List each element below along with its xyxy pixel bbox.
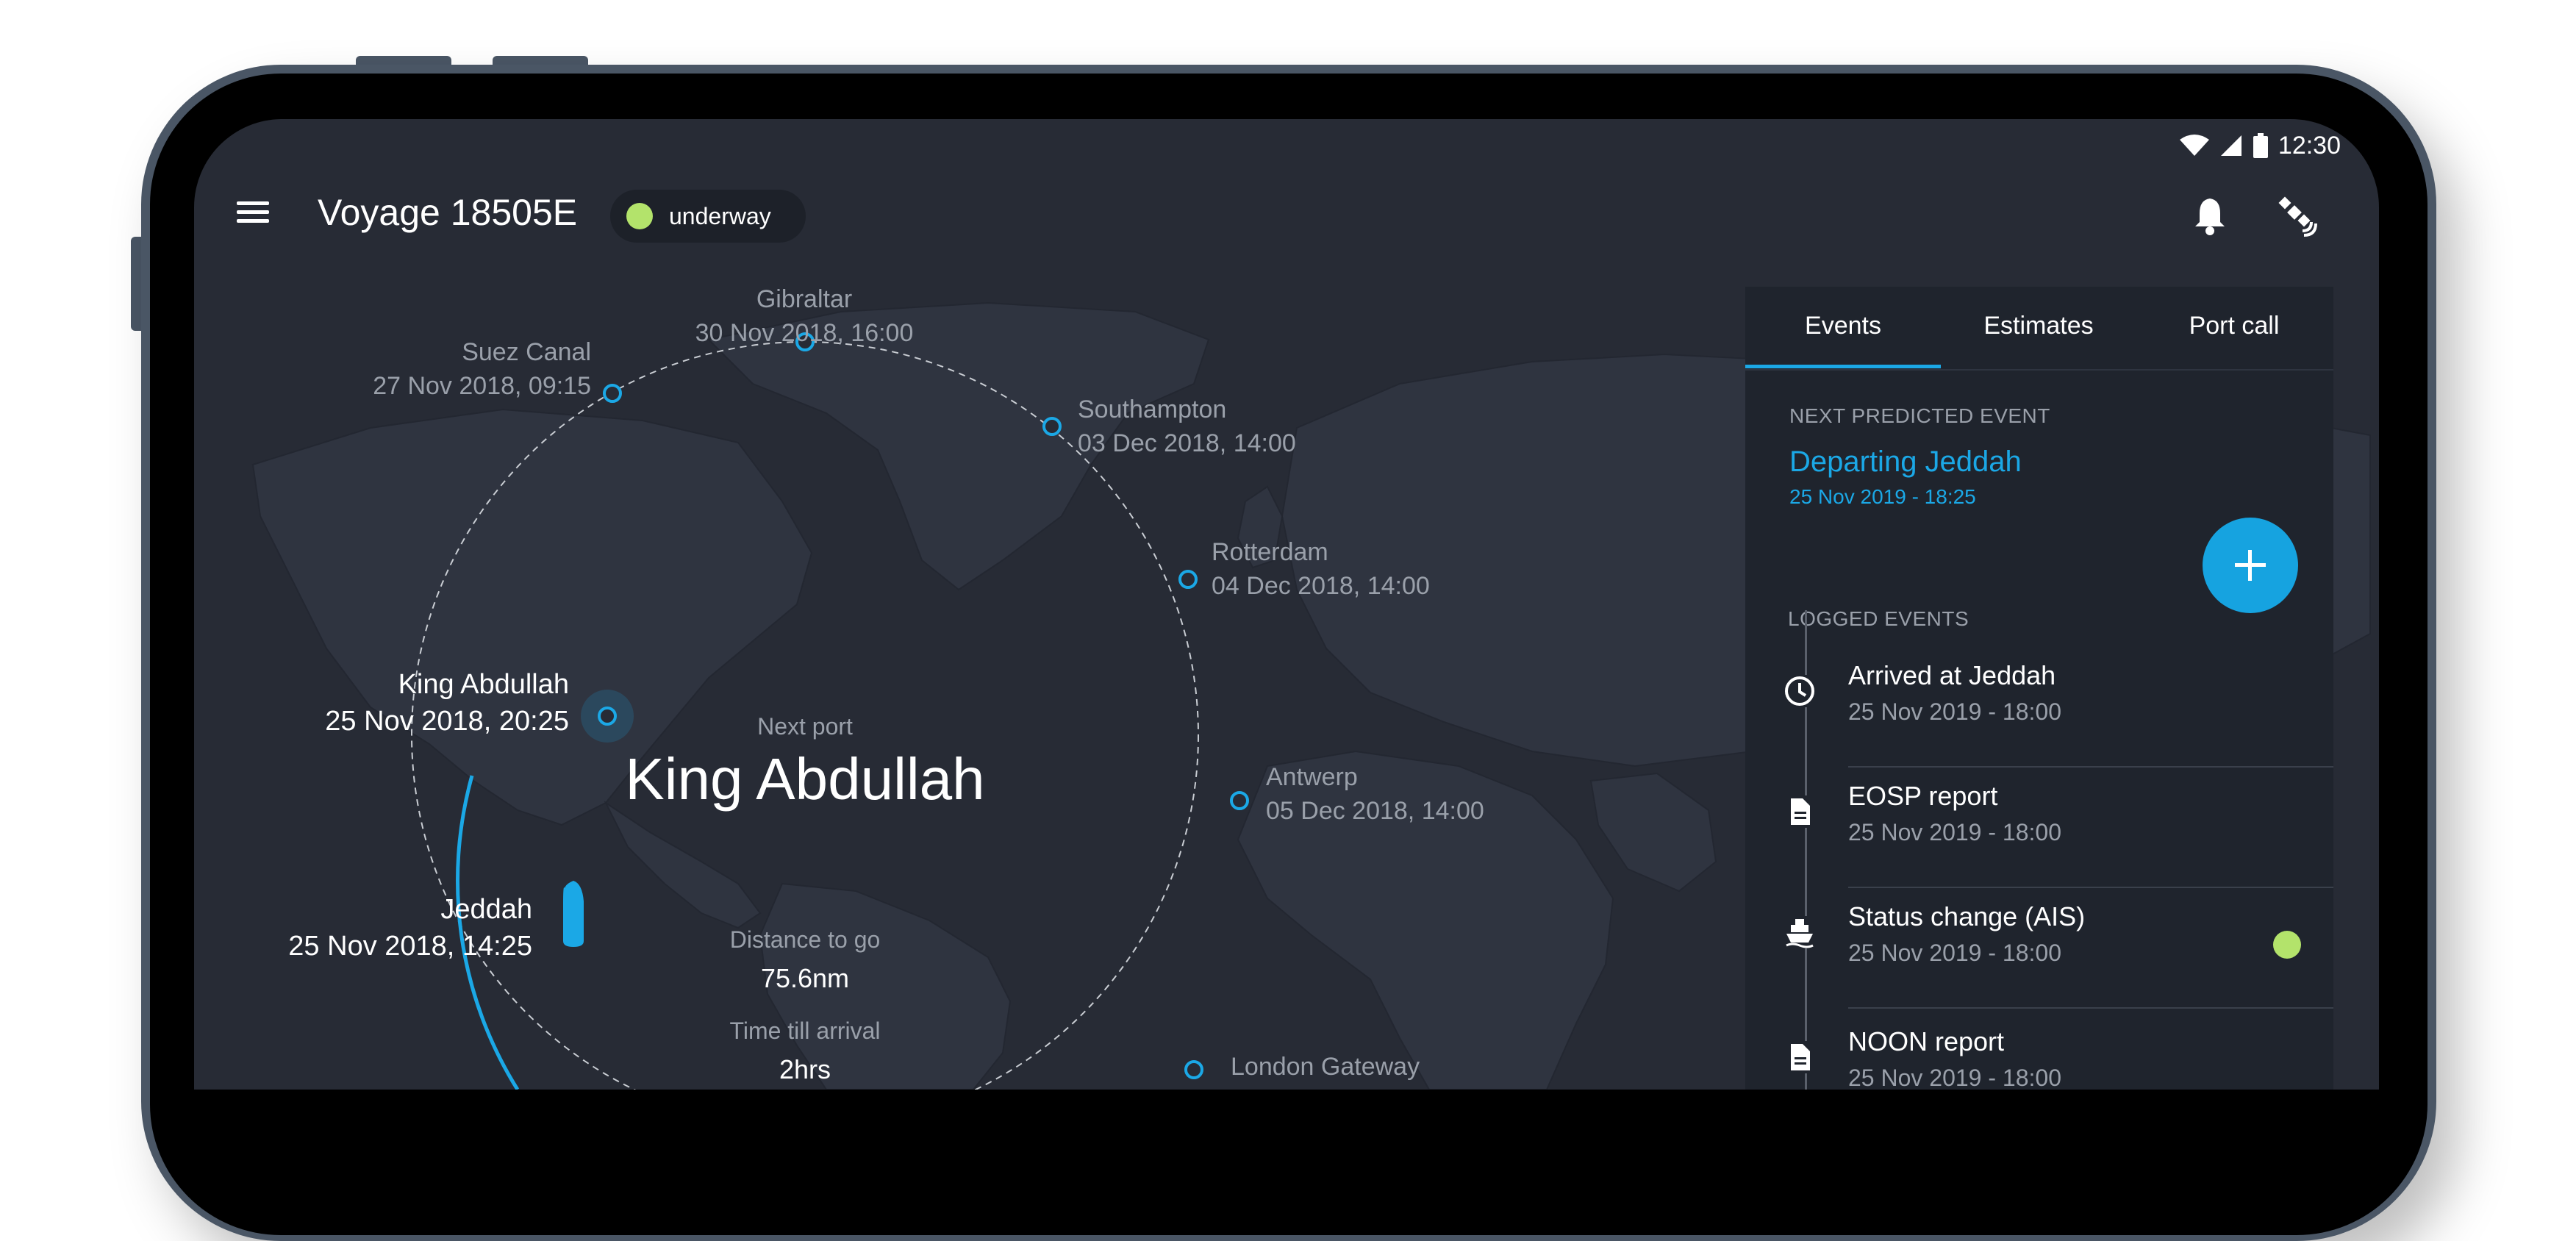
app-screen: 12:30 Voyage 18505E underway Gibraltar 3… xyxy=(194,119,2379,1090)
events-panel: Events Estimates Port call NEXT PREDICTE… xyxy=(1745,287,2333,1090)
waypoint-london-gateway xyxy=(1184,1060,1203,1079)
clock-icon xyxy=(1783,675,1816,707)
waypoint-southampton xyxy=(1042,417,1062,436)
satellite-button[interactable] xyxy=(2272,191,2319,238)
waypoint-time: 25 Nov 2018, 20:25 xyxy=(325,706,569,737)
event-time: 25 Nov 2019 - 18:00 xyxy=(1848,1065,2061,1090)
menu-icon-bar-3 xyxy=(237,219,269,223)
battery-icon xyxy=(2253,133,2268,158)
status-dot xyxy=(626,203,653,229)
menu-button[interactable] xyxy=(237,201,272,231)
vessel-marker xyxy=(563,881,584,947)
waypoint-time-suez-canal: 27 Nov 2018, 09:15 xyxy=(341,369,591,403)
waypoint-king-abdullah xyxy=(598,707,617,726)
plus-icon-vertical xyxy=(2248,550,2252,581)
next-predicted-time: 25 Nov 2019 - 18:25 xyxy=(1789,485,1976,508)
waypoint-label-southampton: Southampton 03 Dec 2018, 14:00 xyxy=(1078,393,1296,460)
waypoint-label-suez-canal: Suez Canal xyxy=(437,335,591,369)
logged-events-heading: LOGGED EVENTS xyxy=(1788,607,1969,630)
satellite-icon xyxy=(2278,196,2317,237)
clock-time: 12:30 xyxy=(2278,131,2341,160)
ship-icon xyxy=(1783,916,1816,948)
document-icon xyxy=(1783,1041,1816,1073)
event-time: 25 Nov 2019 - 18:00 xyxy=(1848,698,2061,725)
event-title: NOON report xyxy=(1848,1026,2005,1056)
waypoint-time: 27 Nov 2018, 09:15 xyxy=(373,372,591,400)
waypoint-name: King Abdullah xyxy=(398,669,569,700)
waypoint-name: Southampton xyxy=(1078,396,1227,423)
notifications-button[interactable] xyxy=(2186,191,2233,238)
list-item[interactable]: Status change (AIS) 25 Nov 2019 - 18:00 xyxy=(1745,888,2333,1009)
status-bar: 12:30 xyxy=(2179,126,2341,165)
waypoint-label-london-gateway: London Gateway xyxy=(1231,1050,1420,1084)
event-title: Status change (AIS) xyxy=(1848,901,2086,931)
waypoint-name: London Gateway xyxy=(1231,1053,1420,1081)
waypoint-rotterdam xyxy=(1178,570,1198,589)
status-label: underway xyxy=(669,202,771,229)
event-time: 25 Nov 2019 - 18:00 xyxy=(1848,940,2061,966)
list-item[interactable]: NOON report 25 Nov 2019 - 18:00 xyxy=(1745,1013,2333,1090)
time-till-arrival-label: Time till arrival xyxy=(729,1018,881,1044)
event-time: 25 Nov 2019 - 18:00 xyxy=(1848,819,2061,845)
wifi-icon xyxy=(2179,135,2209,156)
next-predicted-title[interactable]: Departing Jeddah xyxy=(1789,446,2022,479)
status-dot xyxy=(2273,931,2301,959)
document-icon xyxy=(1783,795,1816,828)
add-event-button[interactable] xyxy=(2203,518,2298,613)
map-central-america xyxy=(604,801,762,929)
next-predicted-heading: NEXT PREDICTED EVENT xyxy=(1789,404,2050,427)
panel-tabs: Events Estimates Port call xyxy=(1745,287,2333,371)
page-title: Voyage 18505E xyxy=(318,192,578,233)
tab-events[interactable]: Events xyxy=(1745,287,1941,369)
active-tab-indicator xyxy=(1745,365,1941,368)
event-title: Arrived at Jeddah xyxy=(1848,660,2056,690)
time-till-arrival-value: 2hrs xyxy=(779,1054,831,1084)
waypoint-label-jeddah: Jeddah 25 Nov 2018, 14:25 xyxy=(238,891,532,965)
waypoint-name: Gibraltar xyxy=(756,285,853,313)
list-item[interactable]: EOSP report 25 Nov 2019 - 18:00 xyxy=(1745,768,2333,888)
waypoint-label-king-abdullah: King Abdullah 25 Nov 2018, 20:25 xyxy=(282,666,569,740)
divider xyxy=(1848,1007,2333,1009)
waypoint-time: 05 Dec 2018, 14:00 xyxy=(1266,797,1484,825)
waypoint-label-rotterdam: Rotterdam 04 Dec 2018, 14:00 xyxy=(1212,535,1430,603)
signal-icon xyxy=(2220,135,2242,156)
event-title: EOSP report xyxy=(1848,781,1998,811)
tab-estimates[interactable]: Estimates xyxy=(1941,287,2136,369)
waypoint-time: 25 Nov 2018, 14:25 xyxy=(288,931,532,962)
waypoint-label-antwerp: Antwerp 05 Dec 2018, 14:00 xyxy=(1266,760,1484,828)
waypoint-name: Jeddah xyxy=(440,894,532,925)
waypoint-name: Antwerp xyxy=(1266,763,1358,791)
waypoint-name: Suez Canal xyxy=(462,338,591,366)
next-port-label: Next port xyxy=(757,713,853,740)
waypoint-antwerp xyxy=(1230,791,1249,810)
menu-icon-bar-2 xyxy=(237,210,269,214)
waypoint-time: 03 Dec 2018, 14:00 xyxy=(1078,429,1296,457)
waypoint-time: 30 Nov 2018, 16:00 xyxy=(695,319,914,347)
waypoint-suez-canal xyxy=(603,384,622,403)
menu-icon xyxy=(237,201,269,205)
tab-port-call[interactable]: Port call xyxy=(2136,287,2332,369)
distance-label: Distance to go xyxy=(729,926,881,953)
waypoint-label-gibraltar: Gibraltar 30 Nov 2018, 16:00 xyxy=(694,282,915,350)
next-port-name: King Abdullah xyxy=(625,746,985,812)
map-arabia xyxy=(1589,772,1717,893)
waypoint-time: 04 Dec 2018, 14:00 xyxy=(1212,572,1430,600)
status-badge[interactable]: underway xyxy=(610,190,806,243)
waypoint-name: Rotterdam xyxy=(1212,538,1328,566)
list-item[interactable]: Arrived at Jeddah 25 Nov 2019 - 18:00 xyxy=(1745,647,2333,768)
bell-icon xyxy=(2195,199,2225,235)
distance-value: 75.6nm xyxy=(760,963,850,993)
